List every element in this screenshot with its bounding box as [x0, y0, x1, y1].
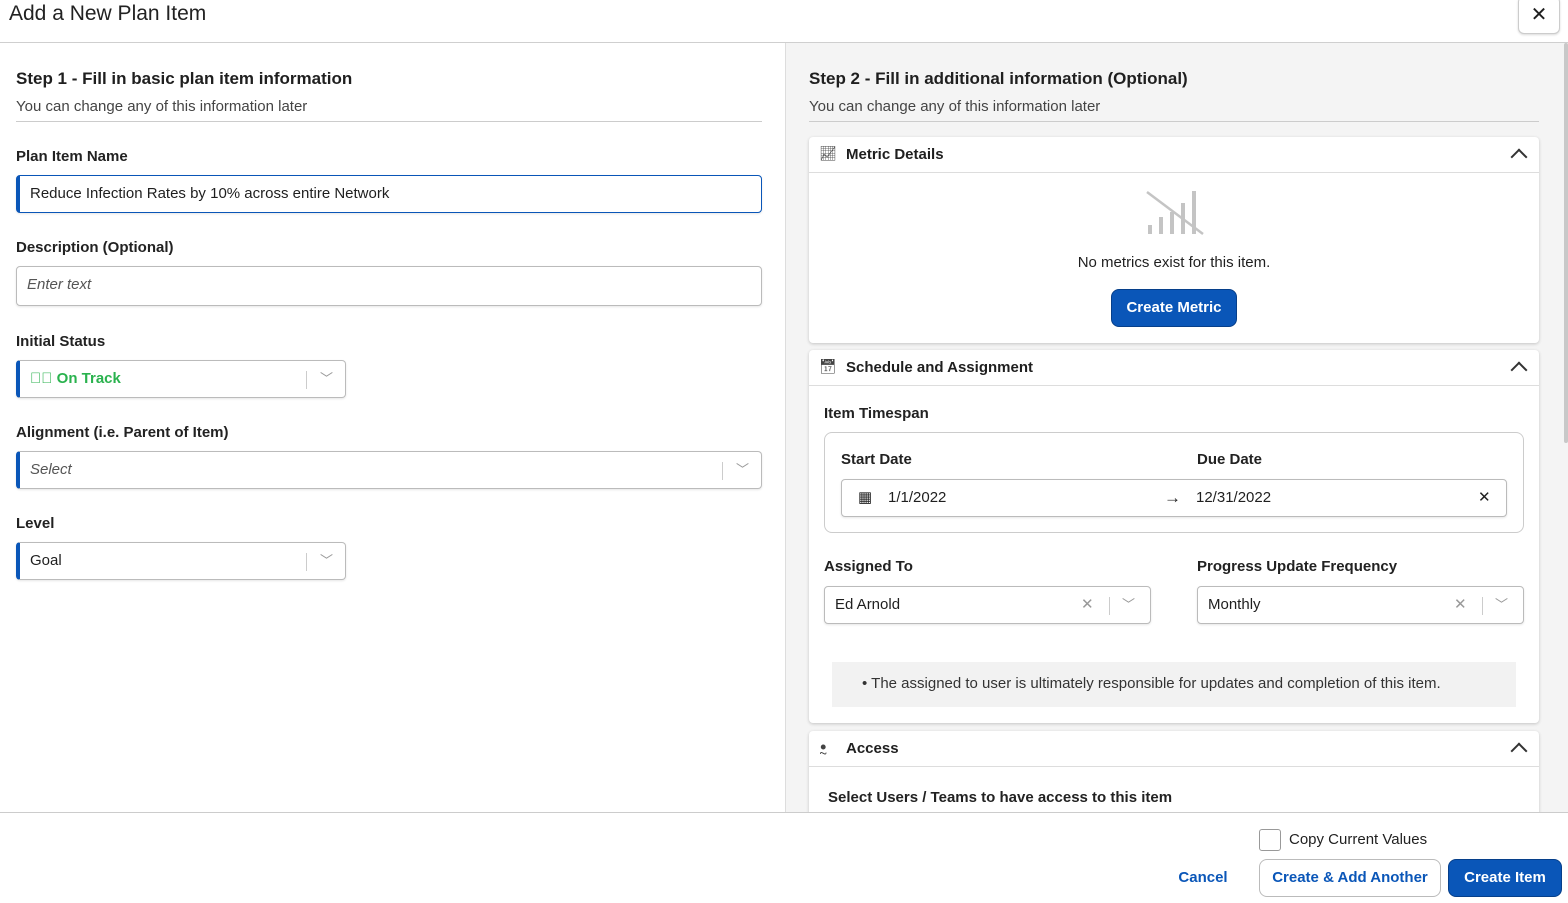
modal-title: Add a New Plan Item	[9, 2, 207, 25]
scrollbar[interactable]	[1564, 43, 1568, 443]
metric-details-card: 📈︎ Metric Details No metrics exist for t…	[809, 137, 1539, 343]
create-and-add-another-button[interactable]: Create & Add Another	[1259, 859, 1441, 897]
frequency-select[interactable]: Monthly ✕ ﹀	[1197, 586, 1524, 624]
close-button[interactable]: ✕	[1518, 0, 1560, 34]
separator	[306, 371, 307, 389]
level-label: Level	[16, 515, 55, 532]
step2-title: Step 2 - Fill in additional information …	[809, 69, 1188, 88]
step1-subtitle: You can change any of this information l…	[16, 98, 308, 115]
step2-panel: Step 2 - Fill in additional information …	[786, 43, 1568, 813]
no-metrics-text: No metrics exist for this item.	[1077, 254, 1271, 271]
frequency-label: Progress Update Frequency	[1197, 558, 1398, 575]
timespan-box: Start Date Due Date ▦ 1/1/2022 → 12/31/2…	[824, 432, 1524, 533]
access-header[interactable]: ꔸ Access	[809, 731, 1539, 767]
access-title: Access	[846, 740, 899, 757]
create-metric-button[interactable]: Create Metric	[1111, 289, 1237, 327]
arrow-circle-icon: ➜⃝	[30, 370, 53, 387]
status-label: Initial Status	[16, 333, 106, 350]
calendar-icon: ▦	[858, 489, 873, 506]
level-value: Goal	[30, 552, 62, 569]
description-input[interactable]: Enter text	[16, 266, 762, 306]
divider	[16, 121, 762, 122]
clear-dates-icon[interactable]: ✕	[1478, 480, 1491, 516]
cancel-button[interactable]: Cancel	[1166, 859, 1240, 897]
copy-values-label[interactable]: Copy Current Values	[1289, 831, 1427, 848]
status-value: On Track	[56, 370, 121, 387]
assigned-to-label: Assigned To	[824, 558, 913, 575]
no-metrics-icon	[1146, 191, 1204, 235]
plan-item-name-input[interactable]: Reduce Infection Rates by 10% across ent…	[16, 175, 762, 213]
chevron-up-icon[interactable]	[1510, 148, 1528, 166]
chevron-down-icon: ﹀	[1122, 597, 1136, 612]
alignment-select[interactable]: Select ﹀	[16, 451, 762, 489]
chevron-down-icon: ﹀	[320, 553, 334, 568]
schedule-header[interactable]: 📅︎ Schedule and Assignment	[809, 350, 1539, 386]
chevron-up-icon[interactable]	[1510, 361, 1528, 379]
alignment-placeholder: Select	[30, 461, 72, 478]
due-date-label: Due Date	[1197, 451, 1263, 468]
timespan-label: Item Timespan	[824, 405, 929, 422]
name-label: Plan Item Name	[16, 148, 128, 165]
step1-title: Step 1 - Fill in basic plan item informa…	[16, 69, 353, 88]
schedule-title: Schedule and Assignment	[846, 359, 1033, 376]
assigned-to-value: Ed Arnold	[835, 596, 901, 613]
arrow-right-icon: →	[1164, 488, 1181, 507]
start-date-value[interactable]: 1/1/2022	[888, 480, 946, 516]
start-date-label: Start Date	[841, 451, 912, 468]
chevron-down-icon: ﹀	[1495, 597, 1509, 612]
calendar-icon: 📅︎	[819, 358, 837, 374]
metric-details-title: Metric Details	[846, 146, 944, 163]
copy-values-checkbox[interactable]	[1259, 829, 1281, 851]
note-text: The assigned to user is ultimately respo…	[871, 675, 1441, 692]
separator	[722, 462, 723, 480]
level-select[interactable]: Goal ﹀	[16, 542, 346, 580]
access-card: ꔸ Access Select Users / Teams to have ac…	[809, 731, 1539, 813]
clear-icon[interactable]: ✕	[1454, 587, 1467, 623]
assignment-note: • The assigned to user is ultimately res…	[832, 662, 1516, 707]
metric-details-header[interactable]: 📈︎ Metric Details	[809, 137, 1539, 173]
modal-header: Add a New Plan Item ✕	[0, 0, 1568, 43]
access-select-label: Select Users / Teams to have access to t…	[828, 789, 1173, 806]
chevron-down-icon: ﹀	[320, 371, 334, 386]
chevron-down-icon: ﹀	[736, 462, 750, 477]
separator	[306, 553, 307, 571]
description-label: Description (Optional)	[16, 239, 174, 256]
frequency-value: Monthly	[1208, 596, 1261, 613]
clear-icon[interactable]: ✕	[1081, 587, 1094, 623]
alignment-label: Alignment (i.e. Parent of Item)	[16, 424, 229, 441]
separator	[1109, 597, 1110, 615]
divider	[809, 121, 1539, 122]
date-range-picker[interactable]: ▦ 1/1/2022 → 12/31/2022 ✕	[841, 479, 1507, 517]
schedule-card: 📅︎ Schedule and Assignment Item Timespan…	[809, 350, 1539, 723]
trend-chart-icon: 📈︎	[819, 145, 837, 161]
assigned-to-select[interactable]: Ed Arnold ✕ ﹀	[824, 586, 1151, 624]
modal-footer: Copy Current Values Cancel Create & Add …	[0, 812, 1568, 903]
step2-subtitle: You can change any of this information l…	[809, 98, 1101, 115]
create-item-button[interactable]: Create Item	[1448, 859, 1562, 897]
users-icon: ꔸ	[819, 739, 828, 755]
separator	[1482, 597, 1483, 615]
chevron-up-icon[interactable]	[1510, 742, 1528, 760]
due-date-value[interactable]: 12/31/2022	[1196, 480, 1271, 516]
status-select[interactable]: ➜⃝ On Track ﹀	[16, 360, 346, 398]
step1-panel: Step 1 - Fill in basic plan item informa…	[0, 43, 786, 813]
